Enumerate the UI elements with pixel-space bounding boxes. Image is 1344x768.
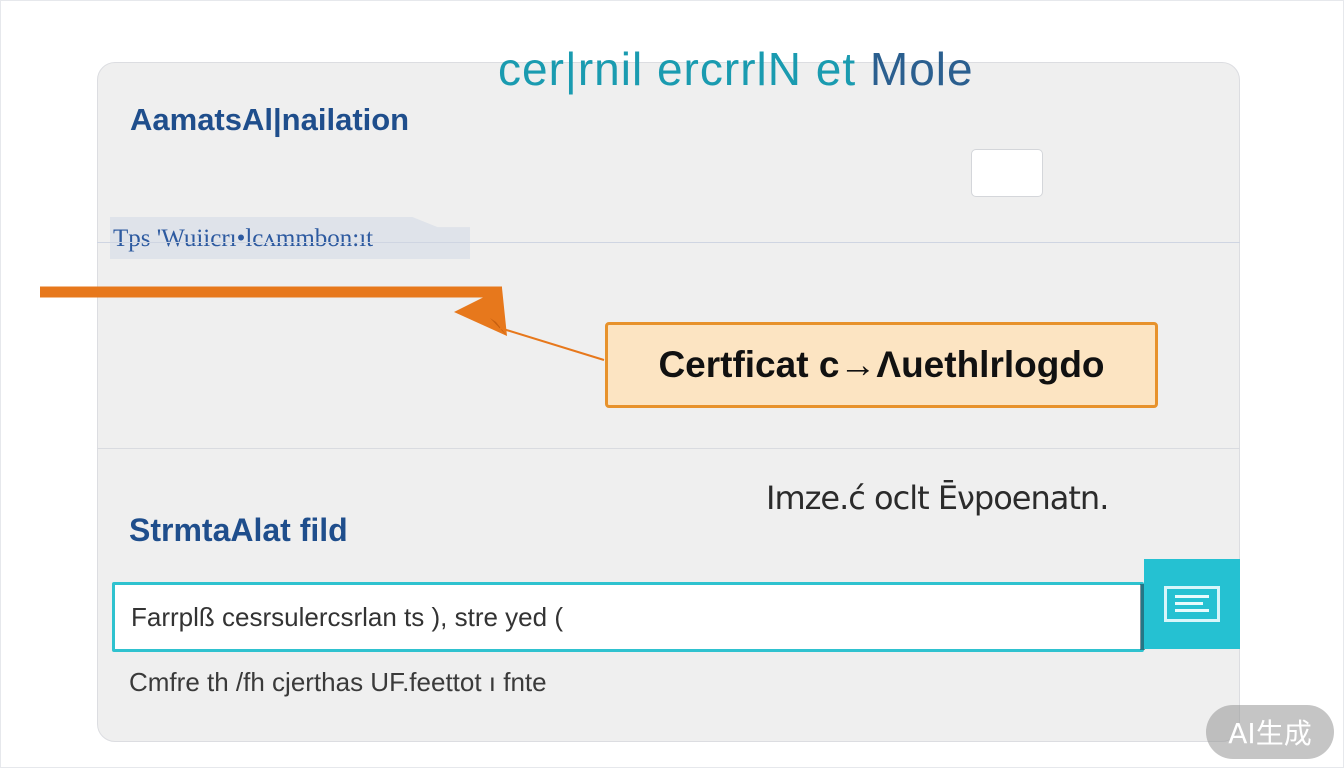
ai-generated-badge: AI生成 (1206, 705, 1334, 759)
blank-button[interactable] (971, 149, 1043, 197)
field-title: StrmtaAlat fild (129, 512, 348, 548)
helper-text: Cmfre th /fh cjerthas UF.feettot ı fnte (129, 667, 547, 697)
divider (97, 242, 1240, 243)
text-input-field[interactable] (112, 582, 1144, 652)
section-divider (97, 448, 1240, 449)
image-explanation-label: Imze.ć oclt Ēνpoenatn. (766, 479, 1109, 517)
certificate-callout: Certficat c→Λuethlrloɡdo (605, 322, 1158, 408)
section-title: AamatsAl|nailation (130, 102, 410, 137)
menu-button[interactable] (1144, 559, 1240, 649)
page: cer|rnil ercrrlN et Mole AamatsAl|nailat… (0, 0, 1344, 768)
tab-label[interactable]: Tps 'Wuiicrı•lcʌmmbon:ıt (110, 217, 470, 259)
app-title-tail: Mole (869, 43, 974, 95)
app-title-main: cer|rnil ercrrlN et (498, 43, 857, 95)
app-title: cer|rnil ercrrlN et Mole (498, 46, 974, 92)
list-menu-icon (1164, 586, 1220, 622)
